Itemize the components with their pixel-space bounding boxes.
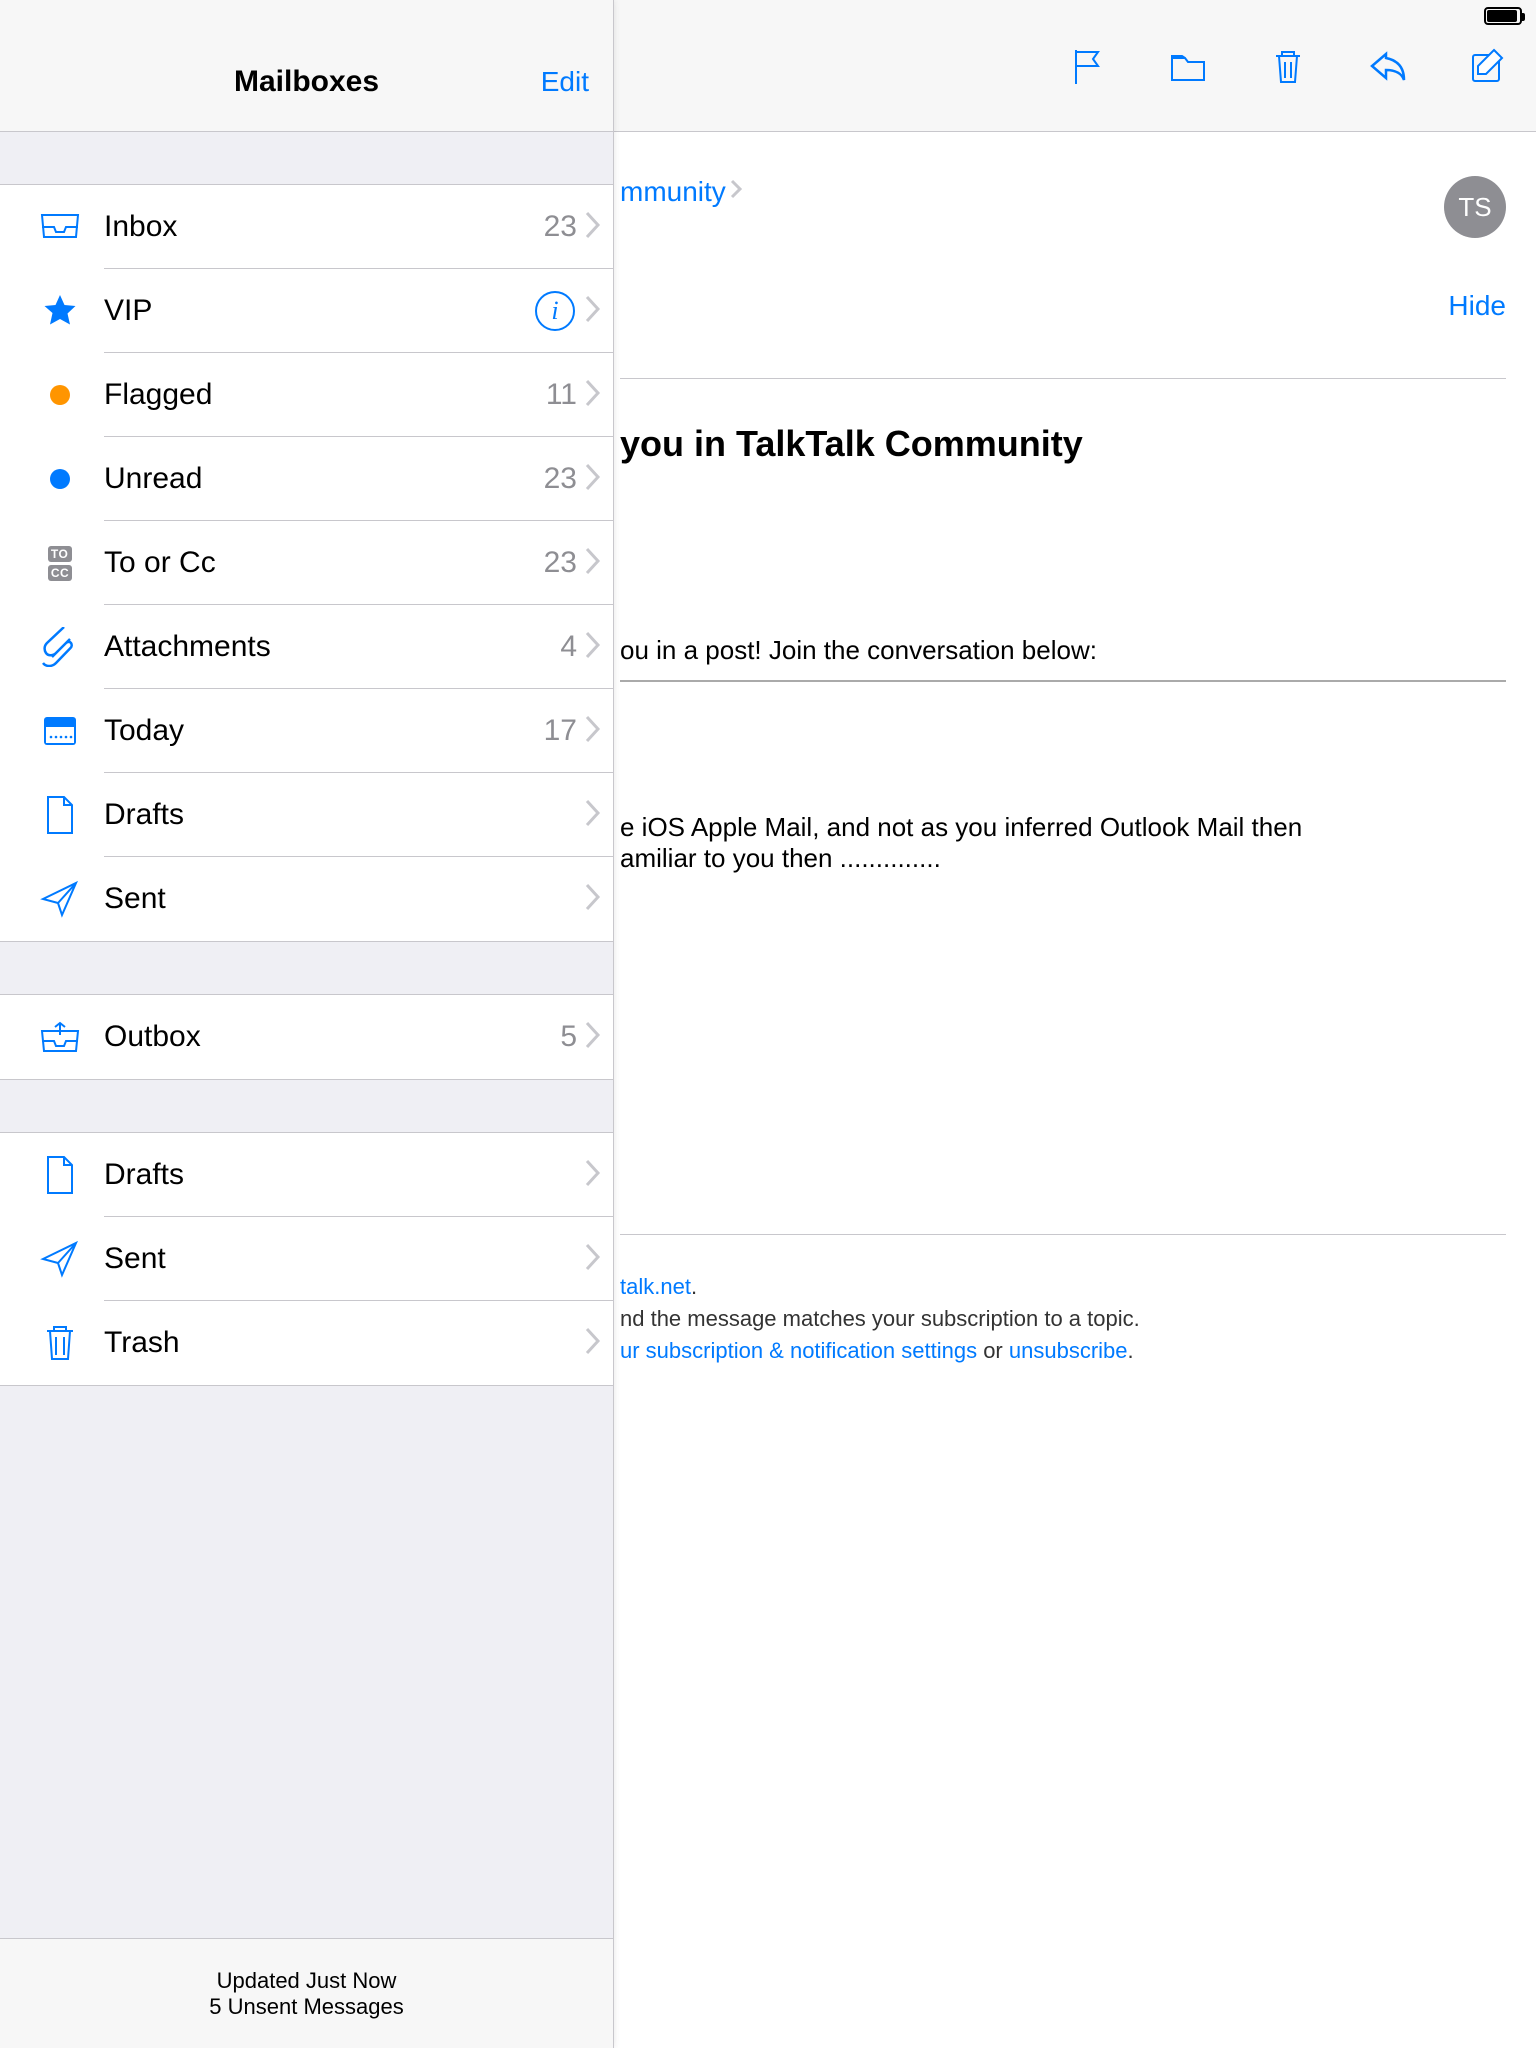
calendar-icon (30, 713, 90, 749)
account-drafts[interactable]: Drafts (0, 1133, 613, 1217)
mailbox-today[interactable]: Today 17 (0, 689, 613, 773)
mailbox-label: Outbox (104, 1020, 560, 1054)
mailbox-label: Sent (104, 1242, 583, 1276)
reply-button[interactable] (1368, 46, 1408, 86)
draft-icon (30, 1155, 90, 1195)
star-icon (30, 293, 90, 329)
mailbox-label: Drafts (104, 1158, 583, 1192)
reply-line: amiliar to you then .............. (620, 843, 1506, 874)
trash-icon (30, 1323, 90, 1363)
chevron-right-icon (583, 1326, 603, 1361)
chevron-right-icon (583, 1020, 603, 1055)
hide-button[interactable]: Hide (1448, 290, 1506, 322)
battery-icon (1484, 7, 1522, 25)
mailbox-label: Today (104, 714, 544, 748)
sent-icon (30, 879, 90, 919)
delete-button[interactable] (1268, 46, 1308, 86)
mailbox-vip[interactable]: VIP i (0, 269, 613, 353)
mailbox-label: Sent (104, 882, 583, 916)
sidebar-title: Mailboxes (234, 65, 379, 99)
footer-link-unsubscribe[interactable]: unsubscribe (1009, 1338, 1128, 1363)
chevron-right-icon (583, 1242, 603, 1277)
mailbox-count: 23 (544, 210, 577, 244)
compose-button[interactable] (1468, 46, 1508, 86)
chevron-right-icon (583, 1158, 603, 1193)
account-trash[interactable]: Trash (0, 1301, 613, 1385)
mailbox-count: 17 (544, 714, 577, 748)
chevron-right-icon (583, 378, 603, 413)
account-sent[interactable]: Sent (0, 1217, 613, 1301)
sidebar-footer: Updated Just Now 5 Unsent Messages (0, 1938, 613, 2048)
inbox-icon (30, 211, 90, 243)
sent-icon (30, 1239, 90, 1279)
mailbox-flagged[interactable]: Flagged 11 (0, 353, 613, 437)
mailbox-label: To or Cc (104, 546, 544, 580)
mailbox-label: Drafts (104, 798, 583, 832)
info-icon[interactable]: i (535, 291, 575, 331)
mailboxes-sidebar: Mailboxes Edit Inbox 23 VIP i Flagged 11 (0, 0, 614, 2048)
chevron-right-icon (583, 462, 603, 497)
unread-dot-icon (30, 469, 90, 489)
mailbox-label: Unread (104, 462, 544, 496)
mailbox-outbox[interactable]: Outbox 5 (0, 995, 613, 1079)
mailbox-attachments[interactable]: Attachments 4 (0, 605, 613, 689)
draft-icon (30, 795, 90, 835)
footer-unsent: 5 Unsent Messages (209, 1994, 403, 2020)
attachment-icon (30, 627, 90, 667)
move-button[interactable] (1168, 46, 1208, 86)
footer-updated: Updated Just Now (217, 1968, 397, 1994)
flag-dot-icon (30, 385, 90, 405)
chevron-right-icon (583, 798, 603, 833)
footer-link-subscription[interactable]: ur subscription & notification settings (620, 1338, 977, 1363)
mailbox-unread[interactable]: Unread 23 (0, 437, 613, 521)
outbox-icon (30, 1021, 90, 1053)
chevron-right-icon (583, 882, 603, 917)
message-subject: you in TalkTalk Community (620, 423, 1506, 465)
mailbox-count: 11 (546, 378, 577, 412)
mailbox-label: Attachments (104, 630, 560, 664)
mailbox-label: Trash (104, 1326, 583, 1360)
body-line: ou in a post! Join the conversation belo… (620, 635, 1506, 666)
mailbox-count: 23 (544, 462, 577, 496)
footer-link-domain[interactable]: talk.net (620, 1274, 691, 1299)
mailbox-sent[interactable]: Sent (0, 857, 613, 941)
chevron-right-icon (583, 210, 603, 245)
chevron-right-icon (583, 294, 603, 329)
chevron-right-icon (583, 630, 603, 665)
mailbox-to-cc[interactable]: TOCC To or Cc 23 (0, 521, 613, 605)
reply-line: e iOS Apple Mail, and not as you inferre… (620, 812, 1506, 843)
mailbox-drafts[interactable]: Drafts (0, 773, 613, 857)
mailbox-label: Inbox (104, 210, 544, 244)
mailbox-count: 4 (560, 630, 577, 664)
chevron-right-icon (583, 546, 603, 581)
tocc-icon: TOCC (30, 546, 90, 581)
flag-button[interactable] (1068, 46, 1108, 86)
avatar: TS (1444, 176, 1506, 238)
mailbox-label: VIP (104, 294, 535, 328)
chevron-right-icon (583, 714, 603, 749)
email-footer: talk.net. nd the message matches your su… (620, 1234, 1506, 1367)
edit-button[interactable]: Edit (541, 66, 589, 98)
sidebar-header: Mailboxes Edit (0, 32, 613, 132)
mailbox-count: 23 (544, 546, 577, 580)
mailbox-inbox[interactable]: Inbox 23 (0, 185, 613, 269)
mailbox-label: Flagged (104, 378, 546, 412)
mailbox-count: 5 (560, 1020, 577, 1054)
breadcrumb-sender[interactable]: mmunity (620, 176, 744, 208)
